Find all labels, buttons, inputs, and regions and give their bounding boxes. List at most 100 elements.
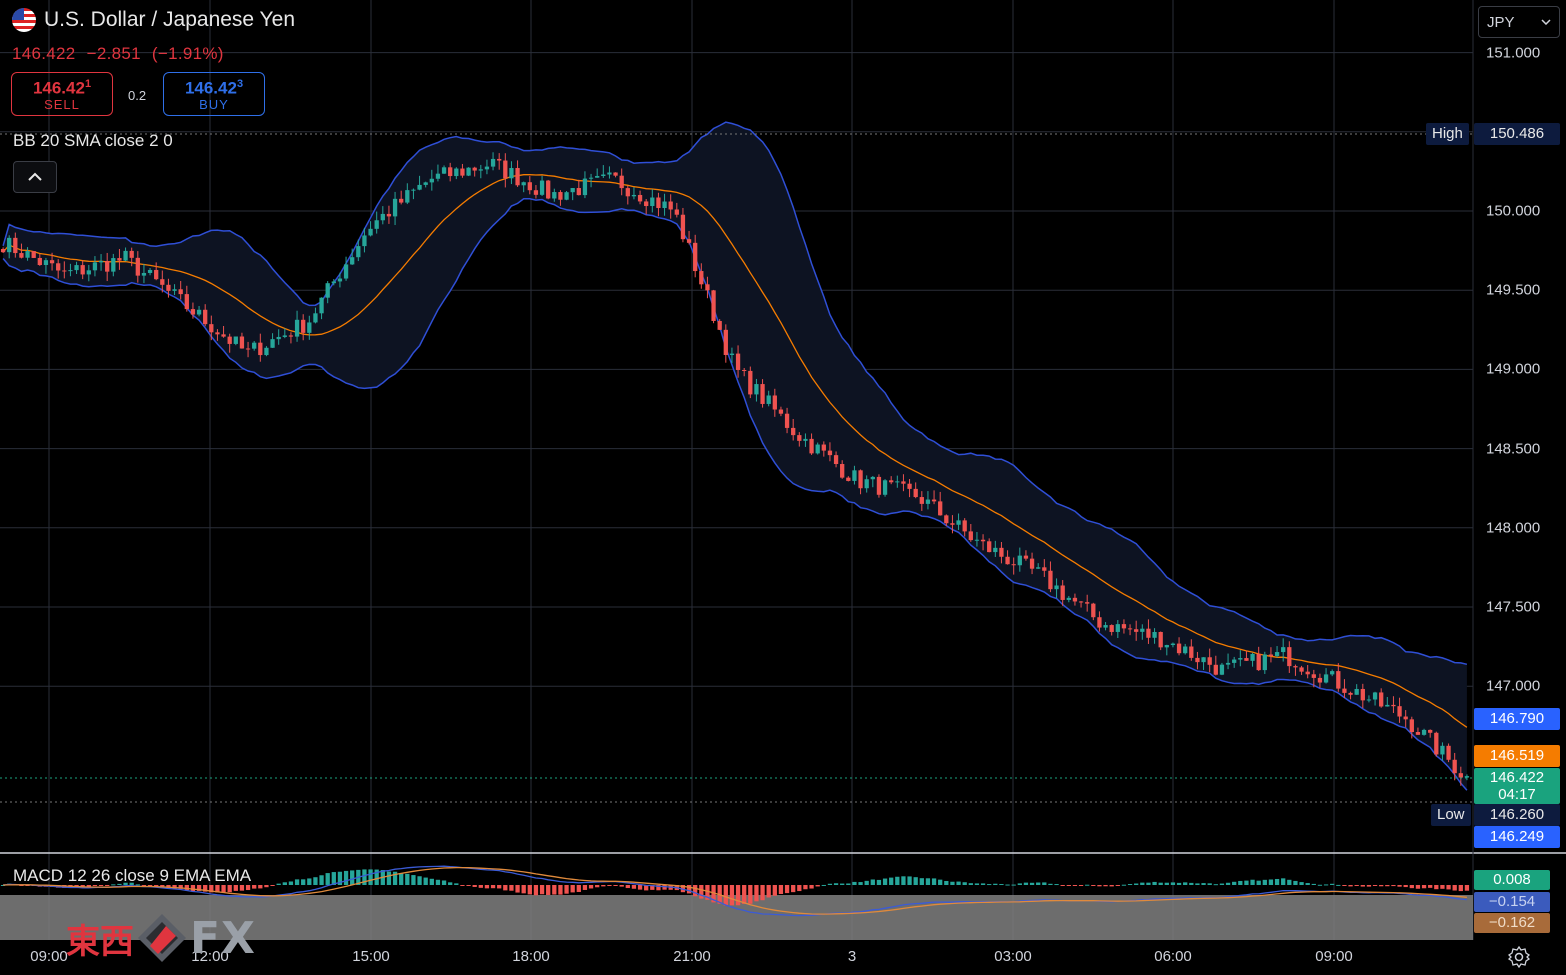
macd-histogram-bar — [1078, 885, 1084, 886]
candle-body — [258, 342, 263, 356]
macd-histogram-bar — [386, 871, 392, 885]
candle-body — [405, 190, 410, 203]
candle-body — [723, 329, 728, 355]
candle-body — [221, 334, 226, 337]
candle-body — [233, 336, 238, 344]
sell-button[interactable]: 146.421 SELL — [11, 72, 113, 116]
candle-body — [203, 309, 208, 325]
candle-body — [411, 189, 416, 191]
macd-histogram-bar — [1287, 879, 1292, 885]
candle-body — [288, 335, 294, 337]
candle-body — [1262, 654, 1267, 671]
macd-histogram-bar — [252, 885, 257, 889]
macd-histogram-bar — [1170, 882, 1176, 885]
candle-body — [362, 235, 367, 247]
candle-body — [1256, 653, 1261, 671]
macd-histogram-bar — [723, 885, 728, 906]
time-tick: 3 — [847, 948, 857, 965]
candle-body — [791, 427, 796, 436]
macd-histogram-bar — [282, 882, 287, 885]
macd-histogram-bar — [325, 873, 330, 885]
macd-histogram-bar — [1391, 885, 1396, 887]
candle-body — [1293, 666, 1298, 668]
price-change-percent: (−1.91%) — [151, 44, 224, 63]
candle-body — [1121, 624, 1127, 629]
macd-histogram-bar — [625, 885, 630, 889]
macd-histogram-bar — [1146, 882, 1151, 885]
candle-body — [1244, 658, 1249, 661]
macd-histogram-bar — [889, 877, 894, 885]
macd-histogram-bar — [1244, 880, 1249, 885]
candle-body — [74, 265, 79, 271]
price-tick: 151.000 — [1486, 44, 1541, 62]
macd-histogram-bar — [570, 885, 575, 893]
macd-histogram-bar — [576, 885, 581, 892]
macd-histogram-bar — [1158, 882, 1163, 885]
collapse-legend-button[interactable] — [13, 161, 57, 193]
candle-body — [858, 470, 863, 489]
candle-body — [270, 339, 275, 348]
candle-body — [245, 348, 251, 350]
candle-body — [1232, 659, 1237, 663]
candle-body — [742, 369, 747, 371]
candle-body — [509, 168, 514, 179]
candle-body — [1140, 628, 1145, 632]
candle-body — [846, 477, 851, 481]
candle-body — [1415, 732, 1421, 735]
macd-histogram-bar — [1415, 885, 1421, 889]
macd-histogram-bar — [1005, 884, 1010, 886]
candle-body — [392, 198, 398, 217]
candle-body — [43, 260, 49, 266]
last-price: 146.422 — [12, 44, 76, 63]
macd-histogram-bar — [1011, 884, 1016, 886]
macd-histogram-bar — [1299, 882, 1304, 885]
candle-body — [368, 228, 373, 236]
candle-body — [117, 258, 122, 261]
macd-histogram-bar — [417, 876, 422, 885]
candle-body — [717, 320, 722, 330]
settings-gear-icon[interactable] — [1508, 946, 1530, 968]
candle-body — [1440, 745, 1445, 755]
candle-body — [484, 166, 490, 170]
price-chart[interactable] — [0, 0, 1566, 975]
candle-body — [80, 265, 85, 275]
macd-signal-value: −0.162 — [1474, 913, 1550, 933]
macd-histogram-bar — [766, 885, 771, 898]
candle-body — [350, 257, 355, 265]
candle-body — [650, 197, 655, 207]
macd-histogram-bar — [1121, 884, 1127, 886]
high-value-label: 150.486 — [1474, 123, 1560, 145]
bb-upper-label: 146.790 — [1474, 708, 1560, 730]
macd-histogram-bar — [1109, 885, 1114, 887]
candle-body — [1281, 647, 1286, 653]
candle-body — [1311, 674, 1316, 678]
symbol-title[interactable]: U.S. Dollar / Japanese Yen — [12, 8, 295, 32]
bollinger-indicator-label[interactable]: BB 20 SMA close 2 0 — [13, 131, 173, 151]
macd-histogram-bar — [294, 879, 300, 885]
candle-body — [68, 270, 73, 272]
macd-histogram-bar — [288, 881, 294, 885]
candle-body — [1379, 692, 1384, 707]
macd-histogram-bar — [631, 885, 637, 889]
candle-body — [601, 174, 606, 177]
candle-body — [7, 237, 12, 253]
time-tick: 06:00 — [1154, 948, 1192, 965]
macd-histogram-bar — [429, 878, 434, 885]
price-change: −2.851 — [86, 44, 141, 63]
macd-histogram-bar — [637, 885, 643, 890]
candle-body — [1305, 671, 1310, 675]
candle-body — [931, 499, 937, 502]
candle-body — [962, 520, 967, 532]
macd-histogram-bar — [754, 885, 759, 902]
candle-body — [129, 250, 134, 258]
macd-indicator-label[interactable]: MACD 12 26 close 9 EMA EMA — [13, 866, 251, 886]
current-price-value: 146.422 — [1489, 769, 1545, 786]
candle-body — [1360, 688, 1365, 701]
macd-histogram-bar — [601, 885, 606, 887]
macd-histogram-bar — [699, 885, 704, 899]
macd-histogram-bar — [619, 885, 624, 887]
buy-button[interactable]: 146.423 BUY — [163, 72, 265, 116]
currency-selector[interactable]: JPY — [1478, 6, 1560, 38]
candle-body — [925, 499, 931, 504]
candle-body — [1317, 677, 1323, 683]
